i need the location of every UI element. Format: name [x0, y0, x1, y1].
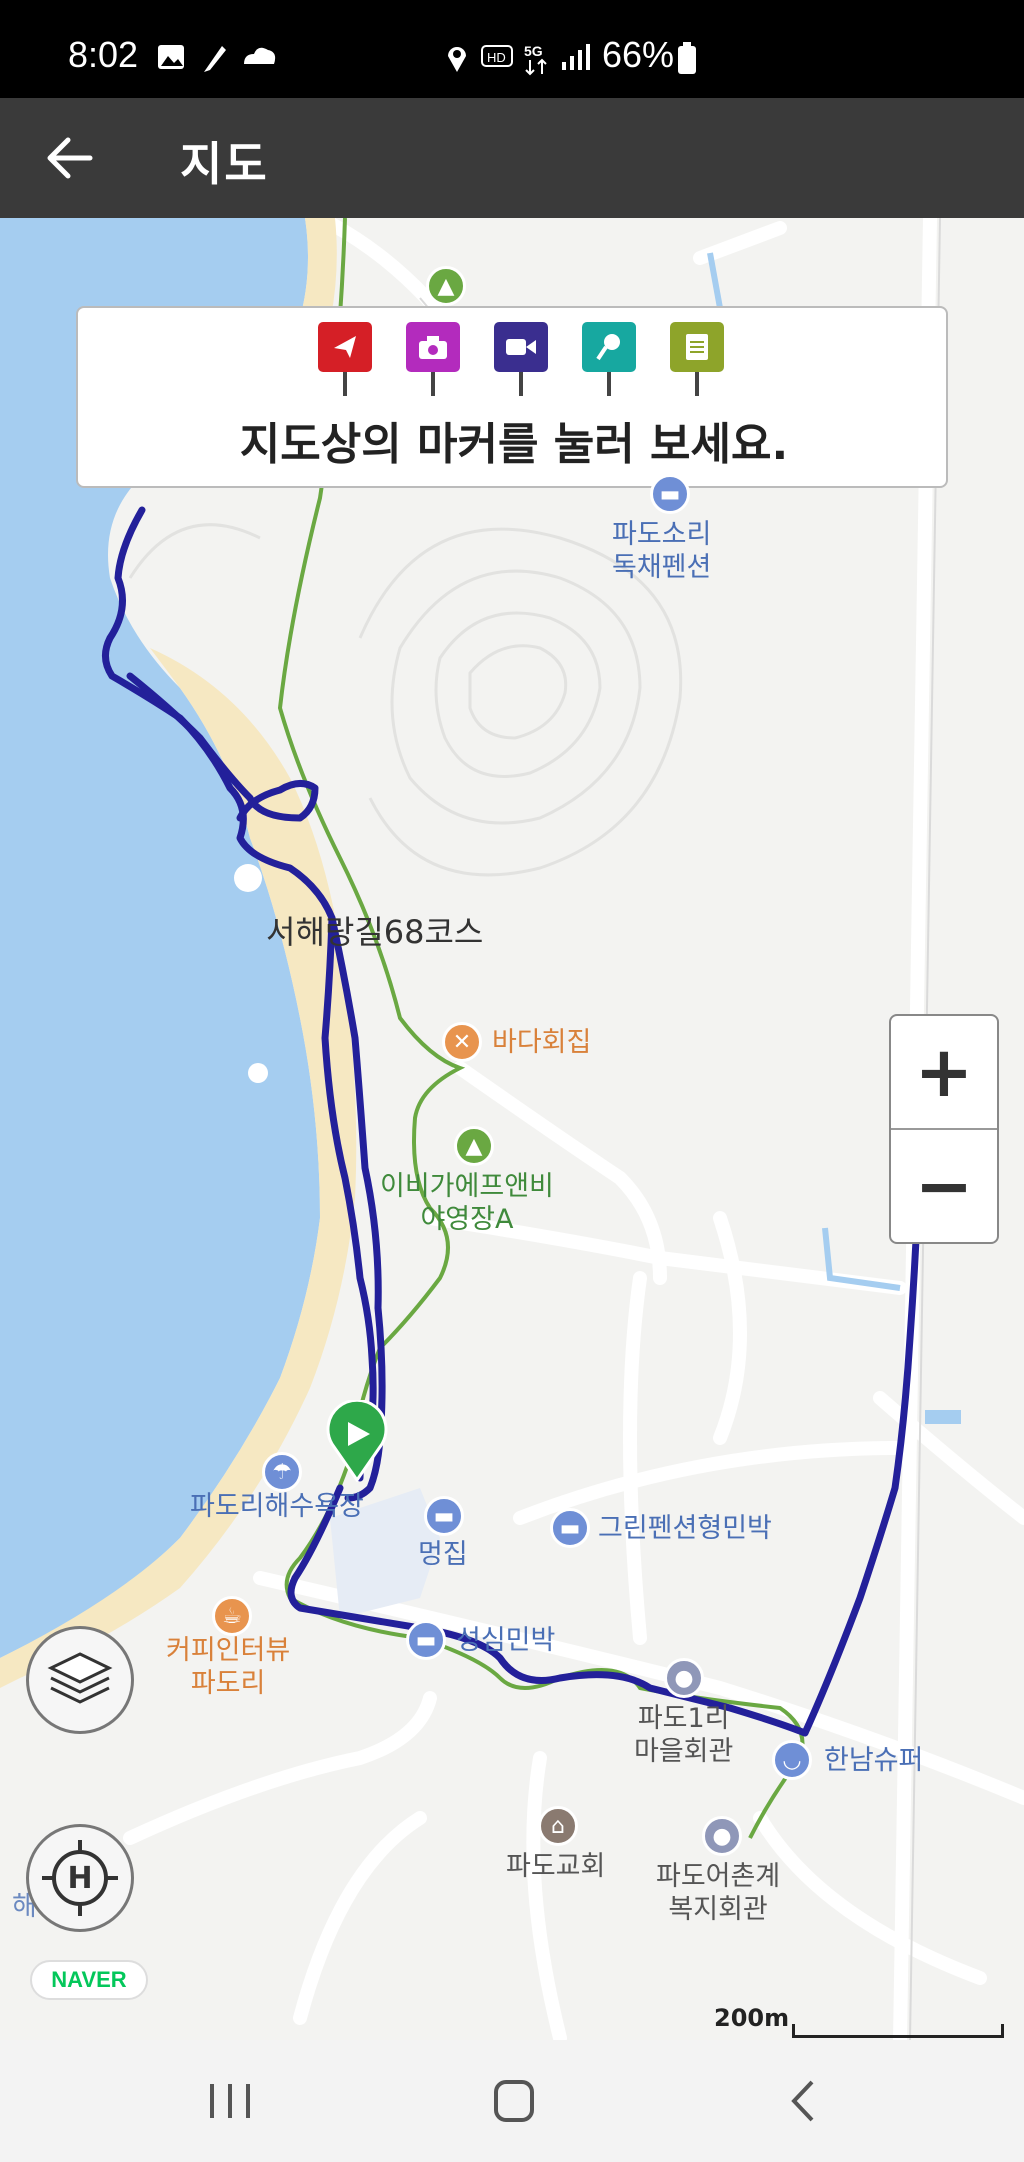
5g-icon: 5G [524, 43, 547, 76]
flag-marker[interactable] [318, 322, 372, 396]
memo-icon [686, 334, 708, 360]
route-name-label: 서해랑길68코스 [266, 913, 484, 951]
status-time: 8:02 [68, 34, 139, 75]
lodging-icon[interactable]: ▬ [650, 474, 690, 514]
video-icon [506, 339, 536, 355]
welfare-icon[interactable]: ● [702, 1816, 742, 1856]
svg-text:HD: HD [487, 50, 506, 65]
battery-level: 66% [602, 34, 675, 75]
gallery-icon [158, 45, 184, 69]
app-bar: 지도 [0, 98, 1024, 218]
status-bar: 8:02 HD 5G 66% [0, 0, 1024, 98]
naver-logo: NAVER [30, 1960, 148, 2000]
zoom-control: + − [889, 1014, 999, 1244]
microphone-marker[interactable] [582, 322, 636, 396]
marker-legend [318, 322, 724, 396]
system-nav-bar [0, 2040, 1024, 2162]
back-arrow-icon[interactable] [44, 132, 96, 184]
hd-voice-icon: HD [481, 45, 513, 67]
memo-marker[interactable] [670, 322, 724, 396]
lodging-icon[interactable]: ▬ [424, 1496, 464, 1536]
camera-icon [419, 336, 447, 359]
campsite-icon[interactable]: ▲ [426, 266, 466, 306]
marker-hint-text: 지도상의 마커를 눌러 보세요. [239, 419, 789, 470]
lodging-icon[interactable]: ▬ [550, 1508, 590, 1548]
route-start-marker[interactable] [324, 1400, 390, 1482]
hall-icon[interactable]: ● [664, 1658, 704, 1698]
home-icon[interactable] [484, 2078, 544, 2124]
svg-text:5G: 5G [524, 43, 543, 59]
video-marker[interactable] [494, 322, 548, 396]
scale-bar [792, 2024, 1004, 2038]
cloud-icon [244, 47, 276, 64]
flag-icon [334, 336, 356, 358]
feather-icon [204, 46, 226, 72]
page-title: 지도 [180, 137, 269, 191]
place-welfare-label[interactable]: 파도어촌계 복지회관 [656, 1860, 780, 1926]
signal-icon [562, 44, 590, 70]
place-meongjip-label[interactable]: 멍집 [418, 1538, 468, 1571]
place-cafe-label[interactable]: 커피인터뷰 파도리 [166, 1634, 290, 1700]
cafe-icon[interactable]: ☕ [212, 1596, 252, 1636]
back-icon[interactable] [774, 2078, 834, 2124]
place-village-hall-label[interactable]: 파도1리 마을회관 [634, 1702, 733, 1768]
place-campsite-label[interactable]: 이비가에프앤비 야영장A [380, 1170, 554, 1236]
camera-marker[interactable] [406, 322, 460, 396]
scale-label: 200m [714, 2004, 790, 2032]
place-restaurant-label[interactable]: 바다회집 [492, 1026, 591, 1059]
microphone-icon [596, 334, 620, 361]
place-beach-label[interactable]: 파도리해수욕장 [190, 1490, 364, 1523]
place-green-pension-label[interactable]: 그린펜션형민박 [598, 1512, 772, 1545]
beach-icon[interactable]: ☂ [262, 1452, 302, 1492]
battery-icon [678, 42, 696, 74]
place-church-label[interactable]: 파도교회 [506, 1850, 605, 1883]
campsite-icon[interactable]: ▲ [454, 1126, 494, 1166]
layers-button[interactable] [26, 1626, 134, 1734]
zoom-out-button[interactable]: − [891, 1130, 997, 1242]
map-view[interactable]: 지도상의 마커를 눌러 보세요. ▲ ▬ 파도소리 독채펜션 서해랑길68코스 ✕… [0, 218, 1024, 2040]
place-pension-label[interactable]: 파도소리 독채펜션 [612, 518, 711, 584]
lodging-icon[interactable]: ▬ [406, 1620, 446, 1660]
shop-icon[interactable]: ◡ [772, 1740, 812, 1780]
restaurant-icon[interactable]: ✕ [442, 1022, 482, 1062]
zoom-in-button[interactable]: + [891, 1016, 997, 1128]
church-icon[interactable]: ⌂ [538, 1806, 578, 1846]
location-icon [448, 47, 466, 72]
recent-apps-icon[interactable] [200, 2078, 260, 2124]
compass-button[interactable]: H [26, 1824, 134, 1932]
place-supermarket-label[interactable]: 한남슈퍼 [824, 1744, 923, 1777]
marker-hint-banner: 지도상의 마커를 눌러 보세요. [76, 306, 948, 488]
place-seongsim-label[interactable]: 성심민박 [456, 1624, 555, 1657]
layers-icon [47, 1652, 113, 1704]
